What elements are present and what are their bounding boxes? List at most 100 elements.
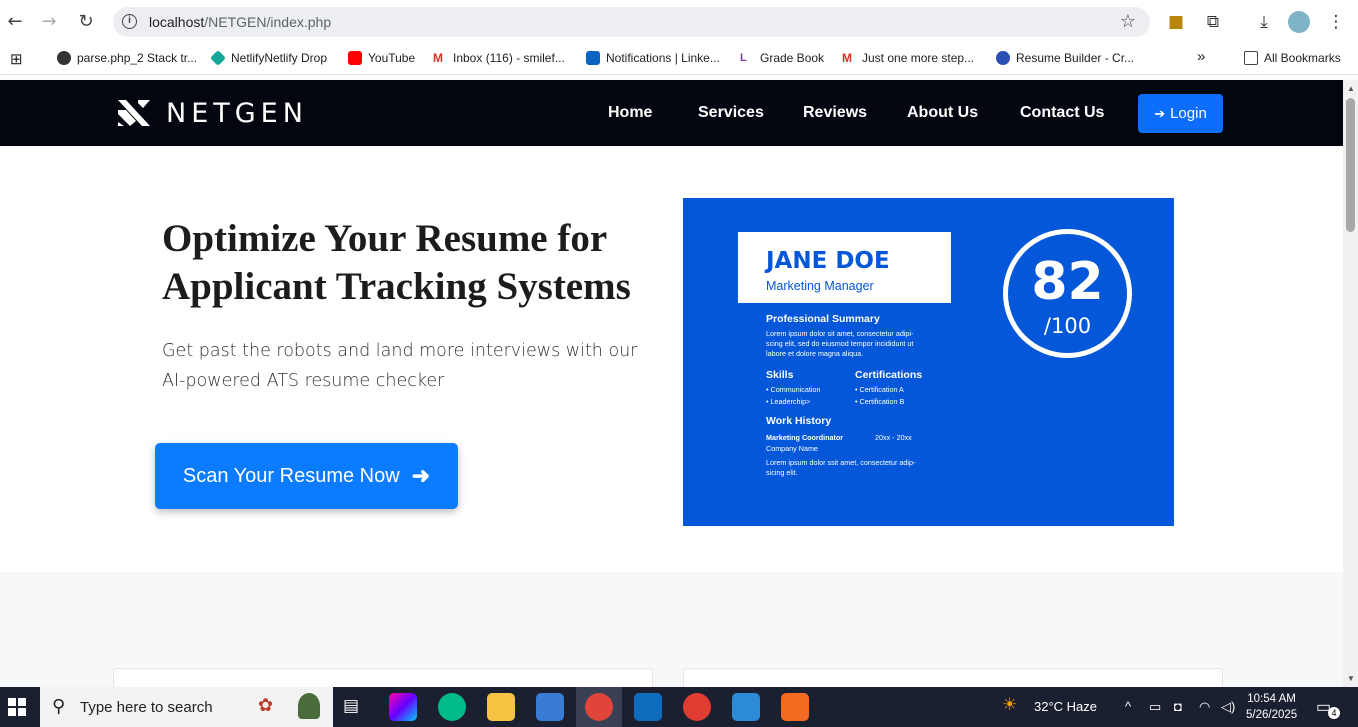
bookmark-label: NetlifyNetlify Drop xyxy=(231,51,328,65)
taskbar-search[interactable]: ⚲ Type here to search ✿ xyxy=(40,687,333,727)
bookmark-item[interactable]: parse.php_2 Stack tr... xyxy=(57,51,197,65)
hero-title: Optimize Your Resume for Applicant Track… xyxy=(162,217,631,308)
download-icon[interactable]: ⤓ xyxy=(1252,10,1276,34)
taskbar-clock[interactable]: 10:54 AM 5/26/2025 xyxy=(1246,691,1297,723)
work-history-heading: Work History xyxy=(766,415,832,427)
wps-icon[interactable] xyxy=(683,693,711,721)
login-button[interactable]: ➔ Login xyxy=(1138,94,1223,133)
netlify-icon xyxy=(210,50,226,66)
nav-contact-us[interactable]: Contact Us xyxy=(1020,104,1104,122)
camera-icon[interactable]: ◘ xyxy=(1174,699,1182,714)
edge-icon[interactable] xyxy=(438,693,466,721)
bookmark-item[interactable]: Resume Builder - Cr... xyxy=(996,51,1134,65)
scroll-down-icon[interactable]: ▼ xyxy=(1347,674,1355,683)
linkedin-icon xyxy=(586,51,600,65)
volume-icon[interactable]: ◁) xyxy=(1221,699,1235,715)
bookmark-label: Inbox (116) - smilef... xyxy=(453,51,565,65)
all-bookmarks[interactable]: All Bookmarks xyxy=(1244,51,1341,65)
browser-toolbar: ← → ↻ i localhost/NETGEN/index.php ☆ ■ ⧉… xyxy=(0,0,1358,44)
copilot-icon[interactable] xyxy=(389,693,417,721)
company-name: Company Name xyxy=(766,444,818,453)
task-view-icon[interactable]: ▤ xyxy=(343,696,359,716)
summary-text: labore et dolore magna aliqua. xyxy=(766,349,864,358)
gmail-icon: M xyxy=(433,51,447,65)
hero-subtitle: Get past the robots and land more interv… xyxy=(162,341,638,391)
cta-label: Scan Your Resume Now xyxy=(182,464,400,487)
job-title: Marketing Coordinator xyxy=(766,433,844,442)
lms-icon: L xyxy=(740,51,754,65)
reload-icon[interactable]: ↻ xyxy=(74,10,98,34)
arrow-right-icon: ➜ xyxy=(411,463,431,488)
netgen-logo-icon xyxy=(118,100,150,126)
notification-count-badge: 4 xyxy=(1328,707,1340,719)
more-bookmarks-icon[interactable]: » xyxy=(1197,48,1205,65)
search-icon: ⚲ xyxy=(52,696,66,717)
cert-item: • Certification A xyxy=(855,385,904,394)
bookmark-label: Just one more step... xyxy=(862,51,975,65)
page-scrollbar[interactable]: ▲ ▼ xyxy=(1343,80,1358,687)
nav-reviews[interactable]: Reviews xyxy=(803,104,867,122)
bookmark-label: Grade Book xyxy=(760,51,825,65)
skill-item: • Leaderchip> xyxy=(766,397,811,406)
scrollbar-thumb[interactable] xyxy=(1346,98,1355,232)
weather-icon[interactable]: ☀ xyxy=(1002,695,1017,715)
wifi-icon[interactable]: ◠ xyxy=(1199,699,1210,715)
windows-start-icon[interactable] xyxy=(8,698,26,716)
menu-kebab-icon[interactable]: ⋮ xyxy=(1324,10,1348,34)
bookmark-label: Resume Builder - Cr... xyxy=(1016,51,1135,65)
search-highlight-icon: ✿ xyxy=(258,695,274,715)
xampp-icon[interactable] xyxy=(781,693,809,721)
resume-role: Marketing Manager xyxy=(766,279,874,293)
url-text[interactable]: localhost/NETGEN/index.php xyxy=(149,14,331,30)
nav-about-us[interactable]: About Us xyxy=(907,104,978,122)
weather-text[interactable]: 32°C Haze xyxy=(1034,699,1097,714)
profile-avatar[interactable] xyxy=(1288,11,1310,33)
forward-icon[interactable]: → xyxy=(37,10,61,34)
bookmark-item[interactable]: Notifications | Linke... xyxy=(586,51,720,65)
nav-home[interactable]: Home xyxy=(608,104,652,122)
page-viewport: NETGEN Home Services Reviews About Us Co… xyxy=(0,80,1343,687)
site-info-icon[interactable]: i xyxy=(122,14,137,29)
clock-date: 5/26/2025 xyxy=(1246,709,1298,721)
summary-heading: Professional Summary xyxy=(766,313,880,325)
battery-icon[interactable]: ▭ xyxy=(1149,699,1161,715)
extensions-puzzle-icon[interactable]: ⧉ xyxy=(1201,10,1225,34)
extension-icon[interactable]: ■ xyxy=(1164,10,1188,34)
nav-services[interactable]: Services xyxy=(698,104,764,122)
store-icon[interactable] xyxy=(536,693,564,721)
bookmark-label: parse.php_2 Stack tr... xyxy=(77,51,198,65)
windows-taskbar: ⚲ Type here to search ✿ ▤ ☀ 32°C Haze ^ … xyxy=(0,687,1358,727)
sign-in-icon: ➔ xyxy=(1154,105,1166,121)
bookmark-label: Notifications | Linke... xyxy=(606,51,720,65)
bookmark-item[interactable]: L Grade Book xyxy=(740,51,824,65)
bookmark-star-icon[interactable]: ☆ xyxy=(1120,11,1136,32)
site-logo[interactable]: NETGEN xyxy=(116,96,308,130)
back-icon[interactable]: ← xyxy=(3,10,27,34)
bookmarks-bar: ⊞ parse.php_2 Stack tr... NetlifyNetlify… xyxy=(0,44,1358,75)
bookmark-item[interactable]: M Just one more step... xyxy=(842,51,974,65)
scan-resume-button[interactable]: Scan Your Resume Now ➜ xyxy=(155,443,458,509)
apps-grid-icon[interactable]: ⊞ xyxy=(10,50,23,68)
bookmark-item[interactable]: M Inbox (116) - smilef... xyxy=(433,51,565,65)
resume-name: JANE DOE xyxy=(766,248,890,274)
search-placeholder: Type here to search xyxy=(80,699,213,716)
ats-score-ring: 82 /100 xyxy=(1003,229,1132,358)
work-text: Lorem ipsum dolor ssit amet, consectetur… xyxy=(766,458,916,467)
folder-icon xyxy=(1244,51,1258,65)
globe-icon xyxy=(57,51,71,65)
chrome-icon[interactable] xyxy=(585,693,613,721)
address-bar[interactable]: i localhost/NETGEN/index.php ☆ xyxy=(113,7,1150,37)
bookmark-item[interactable]: NetlifyNetlify Drop xyxy=(210,50,328,66)
login-label: Login xyxy=(1170,105,1207,122)
vscode-icon[interactable] xyxy=(732,693,760,721)
outlook-icon[interactable] xyxy=(634,693,662,721)
scroll-up-icon[interactable]: ▲ xyxy=(1347,84,1355,93)
summary-text: scing elit, sed do eiusmod tempor incidi… xyxy=(766,339,914,348)
file-explorer-icon[interactable] xyxy=(487,693,515,721)
chevron-up-icon[interactable]: ^ xyxy=(1125,699,1131,714)
bookmark-label: YouTube xyxy=(368,51,416,65)
bookmark-item[interactable]: YouTube xyxy=(348,51,415,65)
feature-card xyxy=(683,668,1223,687)
resume-header: JANE DOE Marketing Manager xyxy=(738,232,951,303)
helmet-icon xyxy=(298,693,320,719)
